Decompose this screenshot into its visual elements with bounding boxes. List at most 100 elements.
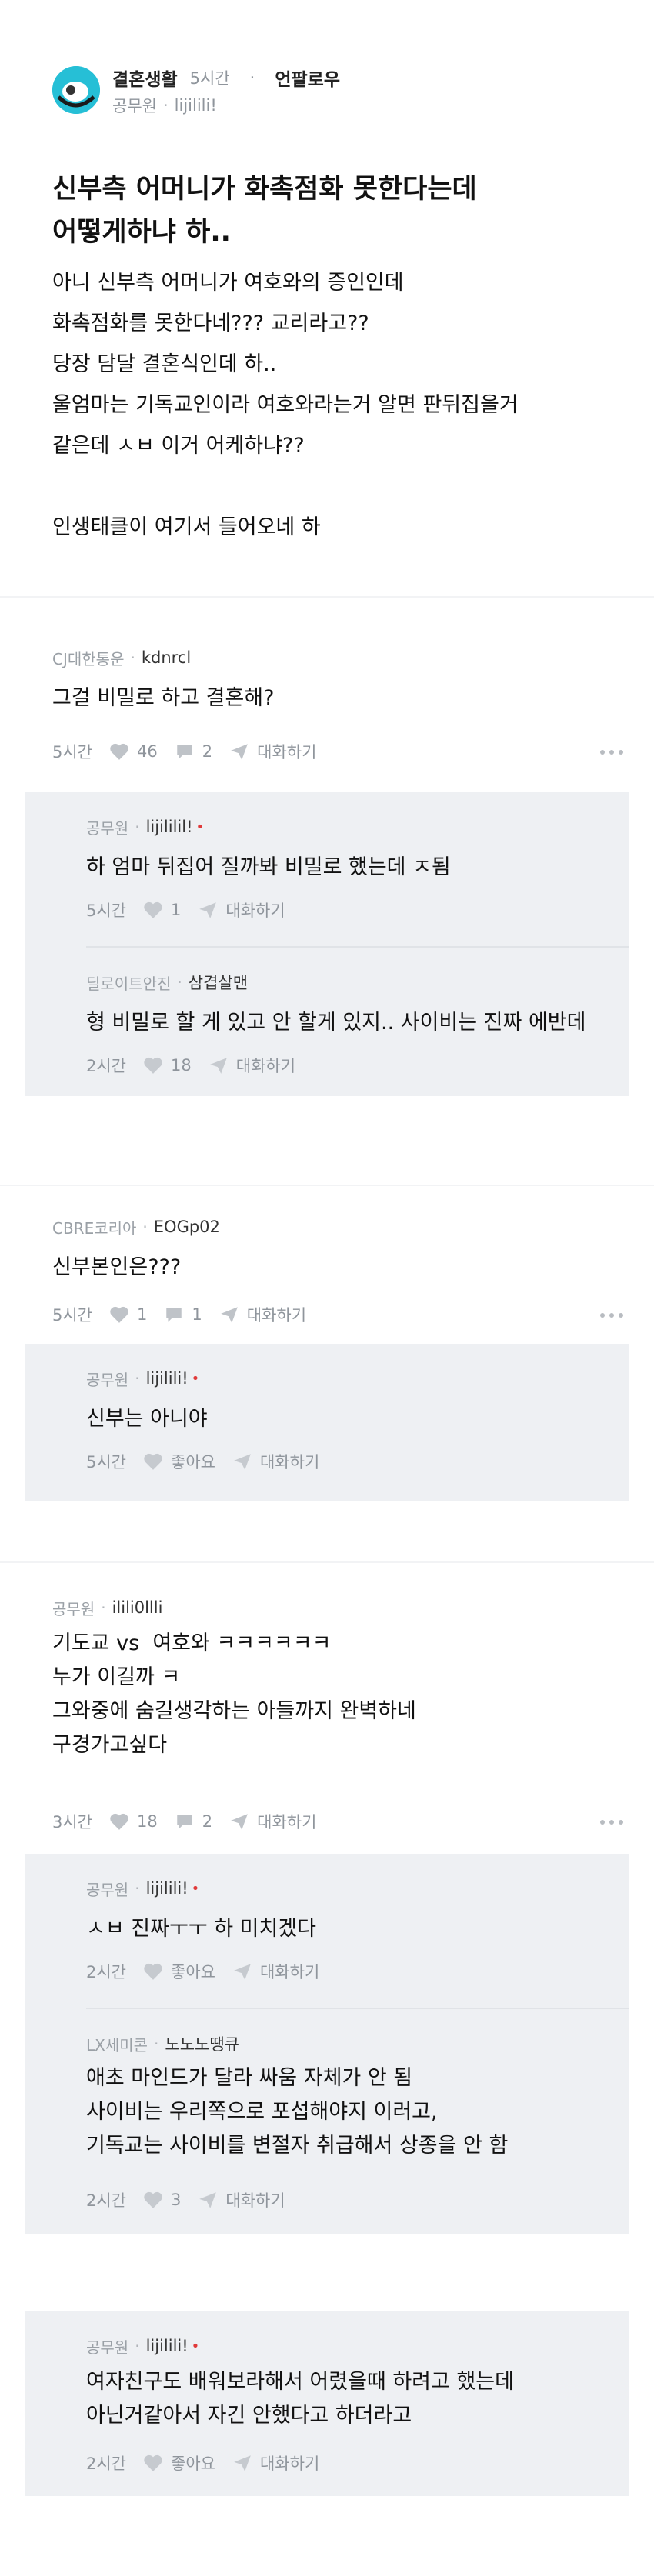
chat-button[interactable]: 대화하기 <box>257 740 316 763</box>
reply-text: 애초 마인드가 달라 싸움 자체가 안 됨 <box>86 2066 413 2090</box>
reply-author[interactable]: lijilili! <box>146 2337 189 2355</box>
like-count: 18 <box>171 1056 192 1075</box>
reply-actions: 2시간 3 대화하기 <box>86 2188 285 2211</box>
reply-company[interactable]: 공무원 <box>86 816 128 838</box>
comment-author[interactable]: kdnrcl <box>142 648 191 667</box>
separator-dot: · <box>142 1218 148 1236</box>
post-title-line: 어떻게하냐 하.. <box>52 217 231 248</box>
comment-text: 신부본인은??? <box>52 1255 182 1279</box>
reply-actions: 2시간 좋아요 대화하기 <box>86 1960 319 1983</box>
chat-button[interactable]: 대화하기 <box>260 1960 319 1983</box>
comment-company[interactable]: 공무원 <box>52 1597 95 1619</box>
more-icon[interactable] <box>600 750 623 755</box>
comment-text: 그걸 비밀로 하고 결혼해? <box>52 686 275 710</box>
heart-icon[interactable] <box>109 1812 129 1831</box>
reply-thread: 공무원 · lijilili! • 신부는 아니야 5시간 좋아요 대화하기 <box>25 1344 629 1501</box>
separator-dot: · <box>130 648 135 667</box>
paper-plane-icon[interactable] <box>229 1812 249 1831</box>
post-body: 아니 신부측 어머니가 여호와의 증인인데 화촉점화를 못한다네??? 교리라고… <box>52 265 519 551</box>
comment-icon[interactable] <box>164 1305 184 1324</box>
unfollow-button[interactable]: 언팔로우 <box>275 65 340 91</box>
like-count: 1 <box>137 1305 148 1324</box>
reply-author[interactable]: lijilili! <box>146 1369 189 1388</box>
heart-icon[interactable] <box>143 901 163 919</box>
comment-time: 5시간 <box>52 1306 93 1325</box>
chat-button[interactable]: 대화하기 <box>257 1810 316 1833</box>
chat-button[interactable]: 대화하기 <box>236 1054 295 1077</box>
paper-plane-icon[interactable] <box>232 1452 252 1471</box>
op-badge: • <box>191 1880 200 1897</box>
heart-icon[interactable] <box>143 1452 163 1471</box>
comment-actions: 5시간 1 1 대화하기 <box>52 1303 306 1326</box>
like-button[interactable]: 좋아요 <box>171 2451 215 2474</box>
heart-icon[interactable] <box>109 742 129 761</box>
post-body-line: 당장 담달 결혼식인데 하.. <box>52 352 277 376</box>
reply-text: 형 비밀로 할 게 있고 안 할게 있지.. 사이비는 진짜 에반데 <box>86 1011 586 1035</box>
comment-actions: 3시간 18 2 대화하기 <box>52 1810 316 1833</box>
channel-avatar[interactable] <box>52 66 100 114</box>
comment-author[interactable]: EOGp02 <box>154 1218 220 1236</box>
heart-icon[interactable] <box>143 1056 163 1075</box>
comment-time: 5시간 <box>52 743 93 761</box>
divider <box>86 2008 629 2009</box>
paper-plane-icon[interactable] <box>229 742 249 761</box>
heart-icon[interactable] <box>143 2454 163 2472</box>
comment-icon[interactable] <box>175 1812 195 1831</box>
like-button[interactable]: 좋아요 <box>171 1450 215 1473</box>
comment-icon[interactable] <box>175 742 195 761</box>
paper-plane-icon[interactable] <box>232 1962 252 1981</box>
paper-plane-icon[interactable] <box>198 901 218 919</box>
comment-author[interactable]: ilili0llli <box>112 1598 163 1617</box>
more-icon[interactable] <box>600 1820 623 1825</box>
reply-actions: 2시간 좋아요 대화하기 <box>86 2451 319 2474</box>
reply-company[interactable]: 공무원 <box>86 1368 128 1390</box>
reply-author[interactable]: lijililil! <box>146 818 193 836</box>
reply-time: 2시간 <box>86 1963 127 1981</box>
chat-button[interactable]: 대화하기 <box>225 898 285 921</box>
channel-name[interactable]: 결혼생활 <box>112 65 178 91</box>
comment-company[interactable]: CJ대한통운 <box>52 647 124 669</box>
paper-plane-icon[interactable] <box>209 1056 229 1075</box>
comment-actions: 5시간 46 2 대화하기 <box>52 740 316 763</box>
reply-company[interactable]: 공무원 <box>86 2335 128 2358</box>
heart-icon[interactable] <box>109 1305 129 1324</box>
reply-text: 기독교는 사이비를 변절자 취급해서 상종을 안 함 <box>86 2134 509 2158</box>
reply-text: 하 엄마 뒤집어 질까봐 비밀로 했는데 ㅈ됨 <box>86 855 451 879</box>
chat-button[interactable]: 대화하기 <box>260 1450 319 1473</box>
separator-dot: · <box>177 973 182 991</box>
post-body-line: 같은데 ㅅㅂ 이거 어케하냐?? <box>52 434 305 458</box>
reply-time: 2시간 <box>86 2191 127 2210</box>
author-company[interactable]: 공무원 <box>112 94 157 117</box>
divider <box>86 946 629 948</box>
paper-plane-icon[interactable] <box>219 1305 239 1324</box>
more-icon[interactable] <box>600 1313 623 1318</box>
comment-company[interactable]: CBRE코리아 <box>52 1216 136 1238</box>
separator-dot: · <box>162 96 169 115</box>
reply-author[interactable]: lijilili! <box>146 1879 189 1898</box>
reply-company[interactable]: 딜로이트안진 <box>86 971 171 994</box>
paper-plane-icon[interactable] <box>198 2191 218 2209</box>
comment-text: 기도교 vs 여호와 ㅋㅋㅋㅋㅋㅋ <box>52 1631 332 1655</box>
reply-text: ㅅㅂ 진짜ㅜㅜ 하 미치겠다 <box>86 1917 316 1941</box>
reply-thread: 공무원 · lijililil! • 하 엄마 뒤집어 질까봐 비밀로 했는데 … <box>25 792 629 1096</box>
like-button[interactable]: 좋아요 <box>171 1960 215 1983</box>
separator-dot: · <box>135 1369 140 1388</box>
chat-button[interactable]: 대화하기 <box>225 2188 285 2211</box>
reply-company[interactable]: 공무원 <box>86 1878 128 1900</box>
heart-icon[interactable] <box>143 1962 163 1981</box>
chat-button[interactable]: 대화하기 <box>247 1303 306 1326</box>
reply-author[interactable]: 노노노땡큐 <box>165 2032 239 2055</box>
reply-actions: 2시간 18 대화하기 <box>86 1054 295 1077</box>
post-body-line: 울엄마는 기독교인이라 여호와라는거 알면 판뒤집을거 <box>52 393 519 417</box>
heart-icon[interactable] <box>143 2191 163 2209</box>
reply-count: 2 <box>202 1812 213 1831</box>
chat-button[interactable]: 대화하기 <box>260 2451 319 2474</box>
author-name[interactable]: lijilili! <box>175 96 217 115</box>
comment-time: 3시간 <box>52 1813 93 1831</box>
reply-author[interactable]: 삼겹살맨 <box>189 971 248 994</box>
paper-plane-icon[interactable] <box>232 2454 252 2472</box>
reply-text: 아닌거같아서 자긴 안했다고 하더라고 <box>86 2404 412 2428</box>
reply-company[interactable]: LX세미콘 <box>86 2033 148 2055</box>
like-count: 18 <box>137 1812 158 1831</box>
reply-thread: 공무원 · lijilili! • 여자친구도 배워보라해서 어렸을때 하려고 … <box>25 2311 629 2496</box>
